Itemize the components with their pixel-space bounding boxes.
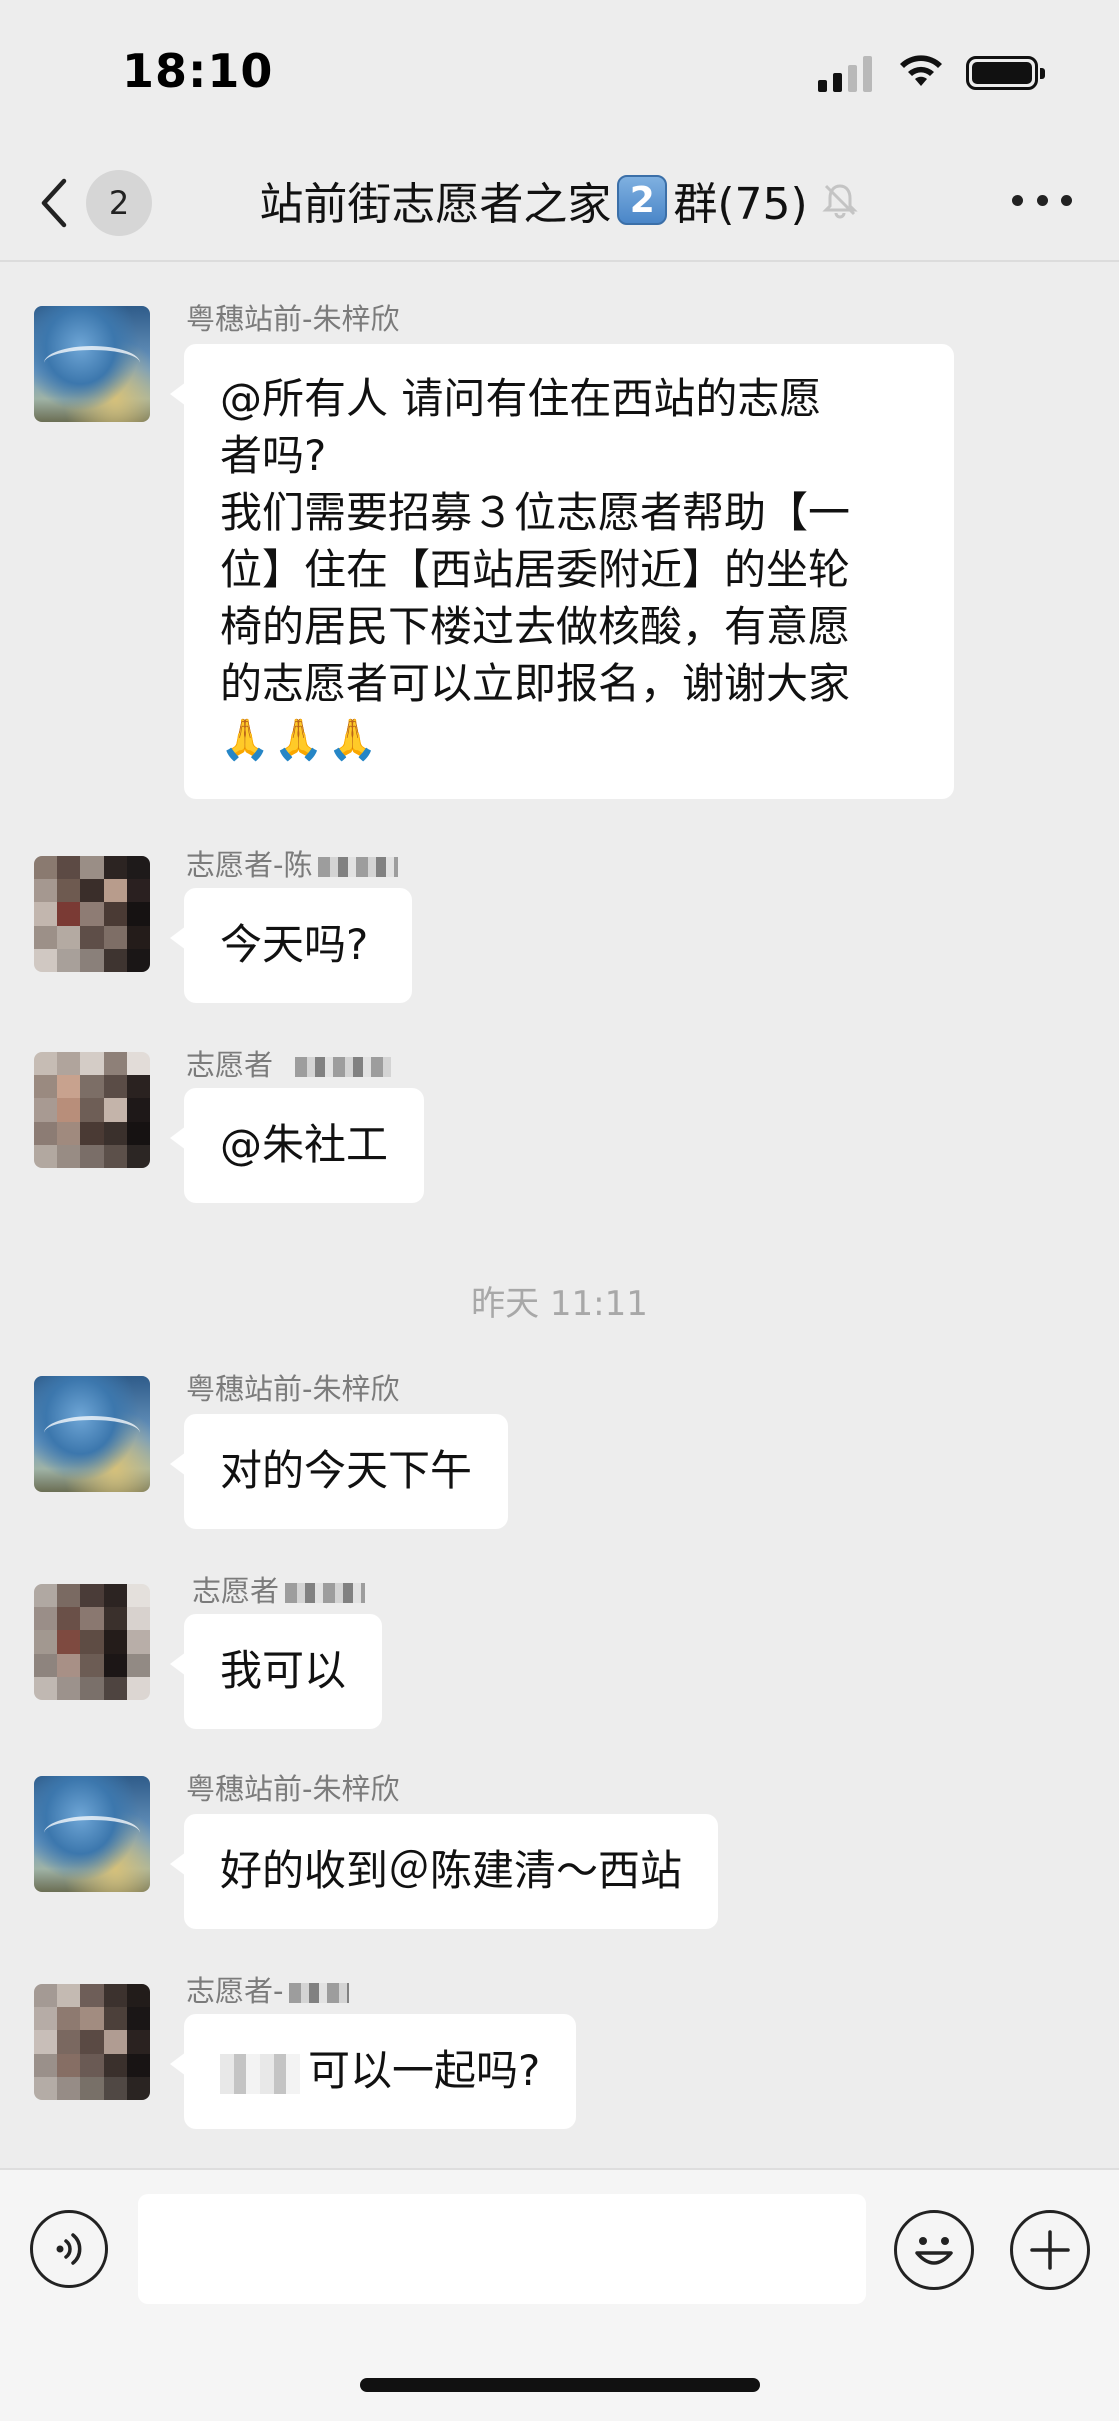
home-indicator[interactable] — [360, 2378, 760, 2392]
message-bubble[interactable]: 可以一起吗? — [169, 2014, 577, 2129]
more-options-button[interactable] — [1012, 190, 1072, 210]
avatar[interactable] — [34, 856, 150, 972]
cellular-signal-icon — [818, 54, 874, 92]
avatar[interactable] — [34, 1984, 150, 2100]
avatar[interactable] — [34, 1584, 150, 1700]
sender-name: 志愿者- — [186, 1968, 350, 2010]
message-line: 椅的居民下楼过去做核酸，有意愿 — [220, 602, 851, 651]
chat-header: 站前街志愿者之家 2 群(75) 2 — [0, 140, 1119, 262]
sender-name-text: 志愿者 — [186, 1048, 274, 1082]
unread-count-badge: 2 — [86, 170, 152, 236]
sender-name-text: 志愿者 — [192, 1574, 280, 1608]
sender-name-text: 志愿者- — [186, 1974, 284, 2008]
message-input[interactable] — [138, 2194, 866, 2304]
avatar[interactable] — [34, 1052, 150, 1168]
back-button[interactable]: 2 — [38, 170, 168, 236]
message-text: 今天吗? — [220, 920, 369, 969]
message-line: 的志愿者可以立即报名，谢谢大家 — [220, 659, 851, 708]
message-bubble[interactable]: 今天吗? — [169, 888, 413, 1003]
voice-input-button[interactable] — [30, 2210, 108, 2288]
battery-icon — [966, 56, 1045, 90]
message-line: @所有人 请问有住在西站的志愿 — [220, 374, 822, 423]
message-bubble[interactable]: 好的收到＠陈建清～西站 — [169, 1814, 719, 1929]
wifi-icon — [900, 55, 942, 86]
sender-name: 粤穗站前-朱梓欣 — [186, 302, 400, 336]
bell-muted-icon — [822, 184, 858, 219]
emoji-button[interactable] — [894, 2210, 974, 2290]
chat-member-count: 群(75) — [673, 179, 808, 230]
message-text: @朱社工 — [220, 1120, 389, 1169]
sender-name: 粤穗站前-朱梓欣 — [186, 1772, 400, 1806]
message-line: 我们需要招募３位志愿者帮助【一 — [220, 488, 851, 537]
plus-icon — [1030, 2230, 1070, 2270]
status-bar: 18:10 — [0, 0, 1119, 140]
avatar[interactable] — [34, 1376, 150, 1492]
sender-name: 粤穗站前-朱梓欣 — [186, 1372, 400, 1406]
folded-hands-icon: 🙏🙏🙏 — [220, 717, 382, 763]
message-text: 我可以 — [220, 1646, 347, 1695]
message-bubble[interactable]: 我可以 — [169, 1614, 383, 1729]
chevron-left-icon — [41, 178, 67, 228]
redaction-mosaic — [295, 1057, 392, 1077]
voice-icon — [56, 2233, 82, 2265]
keycap-digit-icon: 2 — [617, 175, 668, 225]
status-time: 18:10 — [122, 44, 274, 98]
chat-title-text: 站前街志愿者之家 — [259, 179, 612, 230]
sender-name-text: 志愿者-陈 — [186, 848, 313, 882]
sender-name: 志愿者 — [186, 1042, 392, 1084]
avatar[interactable] — [34, 306, 150, 422]
message-line: 位】住在【西站居委附近】的坐轮 — [220, 545, 851, 594]
more-actions-button[interactable] — [1010, 2210, 1090, 2290]
redaction-mosaic — [289, 1983, 350, 2003]
message-timestamp: 昨天 11:11 — [471, 1284, 648, 1324]
message-text: 好的收到＠陈建清～西站 — [220, 1846, 683, 1895]
message-text: 可以一起吗? — [308, 2046, 541, 2095]
message-bubble[interactable]: @所有人 请问有住在西站的志愿 者吗? 我们需要招募３位志愿者帮助【一 位】住在… — [170, 344, 954, 799]
ellipsis-icon — [1012, 194, 1023, 206]
message-bubble[interactable]: 对的今天下午 — [169, 1414, 509, 1529]
smiley-icon — [915, 2237, 953, 2265]
message-text: 对的今天下午 — [220, 1446, 473, 1495]
sender-name: 志愿者 — [192, 1568, 366, 1610]
sender-name: 志愿者-陈 — [186, 842, 399, 884]
avatar[interactable] — [34, 1776, 150, 1892]
message-line: 者吗? — [220, 431, 327, 480]
redaction-mosaic — [285, 1583, 366, 1603]
redaction-mosaic — [318, 857, 399, 877]
redaction-mosaic — [220, 2053, 300, 2094]
message-bubble[interactable]: @朱社工 — [169, 1088, 425, 1203]
